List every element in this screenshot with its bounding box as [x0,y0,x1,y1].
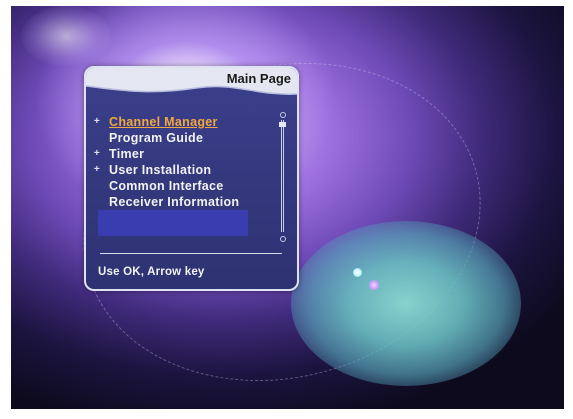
menu-item-common-interface[interactable]: Common Interface [92,178,280,194]
menu-item-timer[interactable]: + Timer [92,146,280,162]
scroll-up-icon[interactable] [280,112,286,118]
scroll-thumb[interactable] [279,122,286,127]
tv-screen: Main Page + Channel Manager Program Guid… [11,6,564,409]
menu-item-program-guide[interactable]: Program Guide [92,130,280,146]
menu-list: + Channel Manager Program Guide + Timer … [92,114,280,210]
expand-plus-icon: + [93,116,101,127]
scroll-track[interactable] [281,120,284,232]
lens-flare-decoration [291,221,521,386]
menu-divider [100,253,282,254]
menu-item-label: Receiver Information [109,195,240,209]
expand-plus-icon: + [93,148,101,159]
scroll-down-icon[interactable] [280,236,286,242]
menu-item-label: Common Interface [109,179,224,193]
menu-scrollbar[interactable] [278,112,288,242]
empty-info-box [98,210,248,236]
page-title: Main Page [226,71,291,86]
light-glow [21,6,111,66]
menu-item-label: User Installation [109,163,212,177]
menu-item-label: Channel Manager [109,115,218,129]
menu-item-label: Program Guide [109,131,204,145]
navigation-hint: Use OK, Arrow key [98,266,205,278]
menu-header: Main Page [86,68,297,108]
menu-item-label: Timer [109,147,145,161]
flare-dot-cyan [353,268,362,277]
flare-dot-violet [369,280,379,290]
menu-item-receiver-information[interactable]: Receiver Information [92,194,280,210]
main-menu-panel: Main Page + Channel Manager Program Guid… [84,66,299,291]
menu-item-user-installation[interactable]: + User Installation [92,162,280,178]
menu-item-channel-manager[interactable]: + Channel Manager [92,114,280,130]
expand-plus-icon: + [93,164,101,175]
